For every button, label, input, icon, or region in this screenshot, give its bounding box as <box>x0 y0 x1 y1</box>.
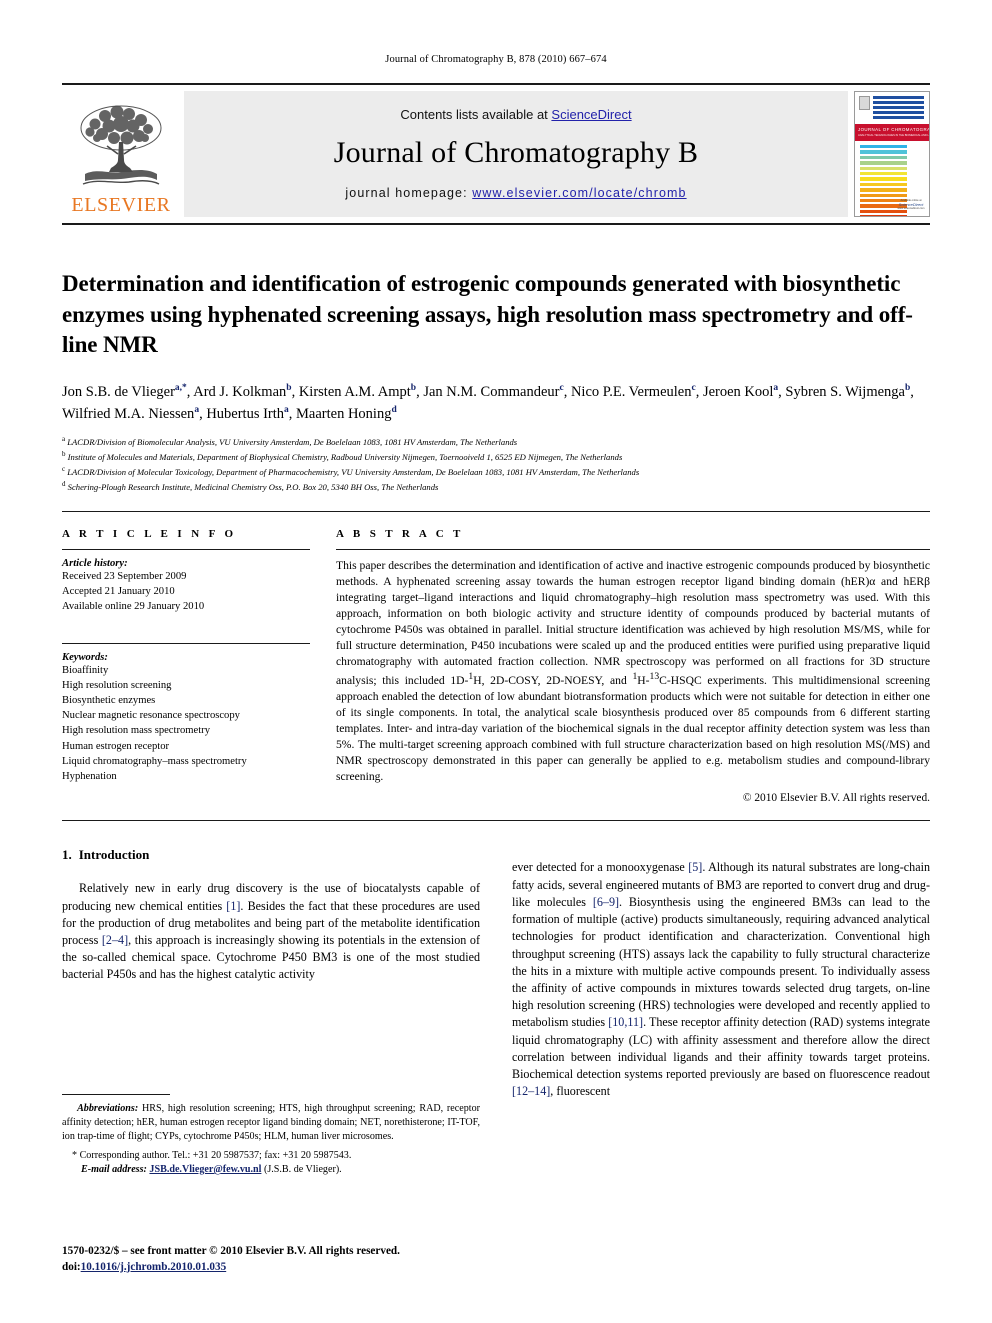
info-block-bottom-rule <box>62 820 930 822</box>
keyword-item: Human estrogen receptor <box>62 740 170 752</box>
email-label: E-mail address: <box>81 1163 147 1175</box>
affiliation-mark: a <box>62 434 66 443</box>
journal-band: Contents lists available at ScienceDirec… <box>184 91 848 217</box>
abstract-heading: A B S T R A C T <box>336 527 464 540</box>
cover-band-subtitle: ANALYTICAL TECHNOLOGIES IN THE BIOMEDICA… <box>858 134 930 137</box>
affiliation-item: c LACDR/Division of Molecular Toxicology… <box>62 464 930 479</box>
keyword-item: Hyphenation <box>62 770 117 782</box>
journal-homepage-link[interactable]: www.elsevier.com/locate/chromb <box>472 186 686 200</box>
keyword-item: Bioaffinity <box>62 664 109 676</box>
journal-cover-thumbnail: JOURNAL OF CHROMATOGRAPHY B ANALYTICAL T… <box>854 91 930 217</box>
contents-prefix: Contents lists available at <box>400 106 552 122</box>
body-column-right: ever detected for a monooxygenase [5]. A… <box>512 847 930 1177</box>
affiliation-item: a LACDR/Division of Biomolecular Analysi… <box>62 434 930 449</box>
affiliation-mark: d <box>62 479 66 488</box>
affiliation-item: d Schering-Plough Research Institute, Me… <box>62 479 930 494</box>
affiliation-mark: b <box>62 449 66 458</box>
sciencedirect-link[interactable]: ScienceDirect <box>551 107 631 122</box>
doi-link[interactable]: 10.1016/j.jchromb.2010.01.035 <box>81 1261 227 1273</box>
keyword-item: High resolution mass spectrometry <box>62 725 210 737</box>
abstract-text: This paper describes the determination a… <box>336 558 930 784</box>
divider <box>62 642 310 644</box>
abstract-column: A B S T R A C T This paper describes the… <box>336 527 930 805</box>
affiliation-mark: c <box>62 464 66 473</box>
footnote-corresponding-author: * Corresponding author. Tel.: +31 20 598… <box>72 1149 352 1161</box>
keyword-item: Liquid chromatography–mass spectrometry <box>62 755 247 767</box>
affiliation-text: LACDR/Division of Molecular Toxicology, … <box>67 466 640 477</box>
article-info-heading: A R T I C L E I N F O <box>62 527 237 540</box>
doi-label: doi: <box>62 1260 81 1273</box>
intro-paragraph-right: ever detected for a monooxygenase [5]. A… <box>512 860 931 1099</box>
journal-masthead: ELSEVIER Contents lists available at Sci… <box>62 83 930 225</box>
keyword-item: Nuclear magnetic resonance spectroscopy <box>62 710 240 722</box>
cover-footer-bottom: www.sciencedirect.com <box>897 207 925 210</box>
section-title: Introduction <box>78 847 150 863</box>
divider <box>336 548 930 550</box>
cover-blue-bars <box>873 96 924 119</box>
journal-title: Journal of Chromatography B <box>333 135 699 169</box>
journal-homepage-line: journal homepage: www.elsevier.com/locat… <box>345 186 686 200</box>
cover-top-bars <box>855 92 929 121</box>
divider <box>62 548 310 550</box>
body-column-left: 1. Introduction Relatively new in early d… <box>62 847 480 1177</box>
cover-red-band: JOURNAL OF CHROMATOGRAPHY B ANALYTICAL T… <box>855 124 929 141</box>
section-heading-introduction: 1. Introduction <box>62 847 480 863</box>
body-columns: 1. Introduction Relatively new in early d… <box>62 847 930 1177</box>
elsevier-tree-icon <box>80 105 162 185</box>
article-page: Journal of Chromatography B, 878 (2010) … <box>0 0 992 1323</box>
footnote-abbreviations: Abbreviations: HRS, high resolution scre… <box>62 1102 480 1143</box>
elsevier-wordmark: ELSEVIER <box>71 194 171 216</box>
article-history-label: Article history: <box>62 557 128 569</box>
affiliation-text: LACDR/Division of Biomolecular Analysis,… <box>67 436 518 447</box>
email-link[interactable]: JSB.de.Vlieger@few.vu.nl <box>149 1164 261 1175</box>
homepage-prefix: journal homepage: <box>345 185 473 200</box>
footnote-email-line: E-mail address: JSB.de.Vlieger@few.vu.nl… <box>62 1163 480 1177</box>
running-head: Journal of Chromatography B, 878 (2010) … <box>385 54 607 65</box>
page-title: Determination and identification of estr… <box>62 271 913 358</box>
front-matter-line: 1570-0232/$ – see front matter © 2010 El… <box>62 1244 400 1257</box>
article-history-item: Accepted 21 January 2010 <box>62 585 175 597</box>
affiliation-item: b Institute of Molecules and Materials, … <box>62 449 930 464</box>
keywords-label: Keywords: <box>62 651 108 663</box>
cover-band-title: JOURNAL OF CHROMATOGRAPHY B <box>858 127 929 132</box>
elsevier-logo: ELSEVIER <box>62 91 180 217</box>
article-history-item: Received 23 September 2009 <box>62 570 187 582</box>
intro-paragraph-left: Relatively new in early drug discovery i… <box>62 881 480 982</box>
keyword-item: Biosynthetic enzymes <box>62 695 156 707</box>
abbreviations-label: Abbreviations: <box>77 1103 139 1115</box>
info-abstract-row: A R T I C L E I N F O Article history: R… <box>62 527 930 805</box>
info-block-top-rule <box>62 510 930 512</box>
affiliation-text: Institute of Molecules and Materials, De… <box>67 451 623 462</box>
author-list: Jon S.B. de Vliegera,*, Ard J. Kolkmanb,… <box>62 382 914 422</box>
article-info-column: A R T I C L E I N F O Article history: R… <box>62 528 336 805</box>
email-suffix: (J.S.B. de Vlieger). <box>261 1163 342 1175</box>
abstract-copyright: © 2010 Elsevier B.V. All rights reserved… <box>742 792 930 805</box>
affiliation-text: Schering-Plough Research Institute, Medi… <box>67 481 439 492</box>
cover-footer: Available online at ScienceDirect www.sc… <box>897 199 925 210</box>
contents-available-line: Contents lists available at ScienceDirec… <box>400 107 631 122</box>
footer-imprint: 1570-0232/$ – see front matter © 2010 El… <box>62 1243 400 1275</box>
article-history-item: Available online 29 January 2010 <box>62 600 205 612</box>
footnote-rule <box>62 1094 170 1096</box>
footnote-block: Abbreviations: HRS, high resolution scre… <box>62 1094 480 1177</box>
doi-line: doi:10.1016/j.jchromb.2010.01.035 <box>62 1259 400 1275</box>
section-number: 1. <box>62 847 72 863</box>
keyword-item: High resolution screening <box>62 680 172 692</box>
cover-chip-icon <box>859 96 870 110</box>
affiliation-list: a LACDR/Division of Biomolecular Analysi… <box>62 434 930 494</box>
